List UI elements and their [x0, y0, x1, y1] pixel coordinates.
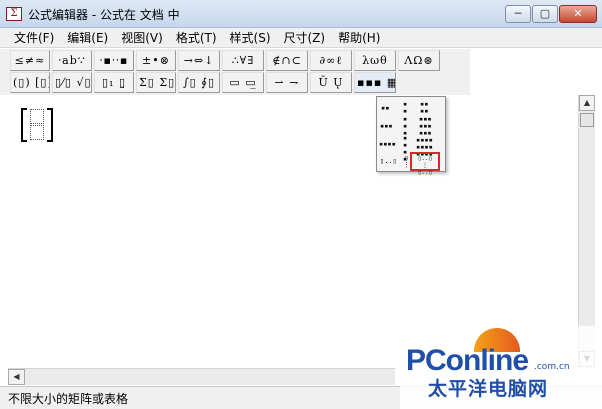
status-text: 不限大小的矩阵或表格	[8, 392, 129, 406]
lowercase-greek-button[interactable]: λωθ	[354, 50, 396, 71]
operator-symbols-button[interactable]: ±•⊗	[136, 50, 176, 71]
pconline-watermark: PConline .com.cn 太平洋电脑网	[400, 326, 602, 409]
menu-bar: 文件(F) 编辑(E) 视图(V) 格式(T) 样式(S) 尺寸(Z) 帮助(H…	[0, 28, 602, 48]
set-theory-symbols-button[interactable]: ∉∩⊂	[266, 50, 308, 71]
subscript-superscript-templates-button[interactable]: ▯₁ ▯̤	[94, 72, 134, 93]
arrow-symbols-button[interactable]: →⇔↓	[178, 50, 220, 71]
matrix-slot[interactable]	[30, 109, 44, 124]
fraction-radical-templates-button[interactable]: ▯⁄▯ √▯	[52, 72, 92, 93]
spaces-ellipses-button[interactable]: ⸱ab∵	[52, 50, 92, 71]
maximize-button[interactable]: ▢	[532, 5, 558, 23]
menu-edit[interactable]: 编辑(E)	[61, 28, 115, 48]
title-bar: Σ 公式编辑器 - 公式在 文档 中 ─ ▢ ✕	[0, 0, 602, 28]
close-button[interactable]: ✕	[559, 5, 597, 23]
watermark-domain: .com.cn	[534, 362, 570, 372]
menu-style[interactable]: 样式(S)	[224, 28, 278, 48]
right-bracket	[47, 108, 53, 142]
matrix-template-palette: ▪▪ ▪ ▪ ▪▪ ▪▪ ▪▪▪ ▪ ▪ ▪ ▪▪▪ ▪▪▪ ▪▪▪ ▪▪▪▪ …	[376, 96, 446, 176]
logical-symbols-button[interactable]: ∴∀∃	[222, 50, 264, 71]
matrix-1x2-option[interactable]: ▪▪	[381, 105, 389, 112]
uppercase-greek-button[interactable]: ΛΩ⊛	[398, 50, 440, 71]
matrix-template[interactable]	[21, 108, 53, 142]
variable-column-option[interactable]: ▯ ⋮	[403, 155, 410, 169]
matrix-templates-button[interactable]: ▪▪▪ ▦	[354, 72, 396, 93]
matrix-2x1-option[interactable]: ▪ ▪	[403, 101, 407, 115]
symbol-palette-row: ≤≠≈ ⸱ab∵ ⸱▪⸱⸱▪ ±•⊗ →⇔↓ ∴∀∃ ∉∩⊂ ∂∞ℓ λωθ Λ…	[10, 50, 442, 72]
scroll-up-icon[interactable]: ▲	[579, 95, 595, 111]
watermark-chinese-name: 太平洋电脑网	[428, 378, 549, 400]
minimize-button[interactable]: ─	[505, 5, 531, 23]
underbar-overbar-templates-button[interactable]: ▭ ▭̲	[222, 72, 264, 93]
fence-templates-button[interactable]: (▯) [▯]	[10, 72, 50, 93]
matrix-slot[interactable]	[30, 125, 44, 140]
app-icon: Σ	[6, 7, 22, 21]
integral-templates-button[interactable]: ∫▯ ∮▯	[178, 72, 220, 93]
relational-symbols-button[interactable]: ≤≠≈	[10, 50, 50, 71]
watermark-brand: PConline	[406, 344, 529, 377]
matrix-2x2-option[interactable]: ▪▪ ▪▪	[420, 101, 428, 115]
template-palette-row: (▯) [▯] ▯⁄▯ √▯ ▯₁ ▯̤ Σ▯ Σ▯ ∫▯ ∮▯ ▭ ▭̲ ⇀ …	[10, 72, 398, 94]
misc-symbols-button[interactable]: ∂∞ℓ	[310, 50, 352, 71]
summation-templates-button[interactable]: Σ▯ Σ▯	[136, 72, 176, 93]
products-set-theory-templates-button[interactable]: Ū Ų	[310, 72, 352, 93]
unlimited-matrix-option[interactable]: ▯..▯ ⋮ ▯..▯	[410, 152, 440, 176]
matrix-1x4-option[interactable]: ▪▪▪▪	[379, 141, 396, 148]
menu-file[interactable]: 文件(F)	[8, 28, 61, 48]
left-bracket	[21, 108, 27, 142]
menu-format[interactable]: 格式(T)	[170, 28, 224, 48]
menu-size[interactable]: 尺寸(Z)	[278, 28, 333, 48]
vertical-scroll-thumb[interactable]	[580, 113, 594, 127]
embellishments-button[interactable]: ⸱▪⸱⸱▪	[94, 50, 134, 71]
symbol-toolbar: ≤≠≈ ⸱ab∵ ⸱▪⸱⸱▪ ±•⊗ →⇔↓ ∴∀∃ ∉∩⊂ ∂∞ℓ λωθ Λ…	[0, 49, 470, 95]
scroll-left-icon[interactable]: ◀	[8, 369, 25, 385]
matrix-3x3-option[interactable]: ▪▪▪ ▪▪▪ ▪▪▪	[419, 116, 432, 137]
matrix-1x3-option[interactable]: ▪▪▪	[380, 123, 393, 130]
window-title: 公式编辑器 - 公式在 文档 中	[28, 8, 180, 22]
labeled-arrow-templates-button[interactable]: ⇀ ⇁	[266, 72, 308, 93]
horizontal-scrollbar[interactable]: ◀	[8, 368, 395, 385]
menu-help[interactable]: 帮助(H)	[332, 28, 387, 48]
menu-view[interactable]: 视图(V)	[115, 28, 170, 48]
variable-row-option[interactable]: ▯..▯	[380, 158, 397, 165]
